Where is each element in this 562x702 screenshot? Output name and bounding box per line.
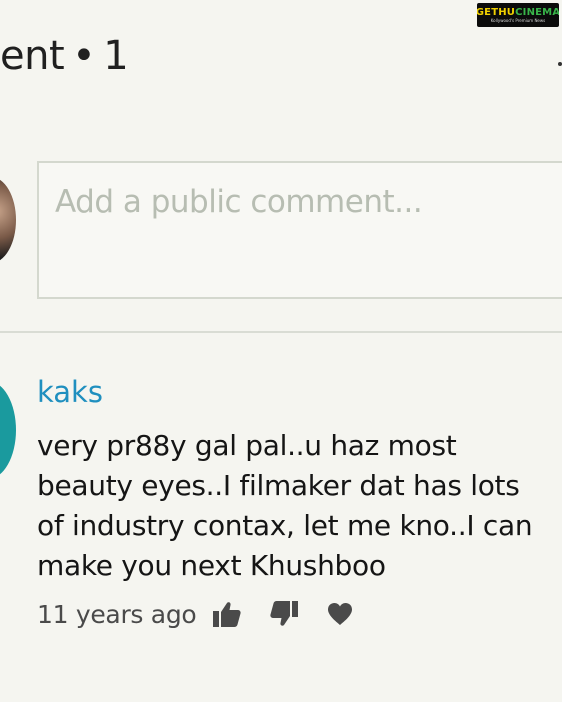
more-options-icon[interactable] [558,62,562,66]
thumbs-down-icon [270,601,299,626]
like-button[interactable] [210,597,244,631]
comment-text: very pr88y gal pal..u haz most beauty ey… [37,429,533,582]
comment-author-link[interactable]: kaks [37,375,103,409]
watermark-brand: GETHUCINEMA [477,7,559,18]
watermark-logo: GETHUCINEMA Kollywood's Premium News [477,3,559,27]
comments-header: ent • 1 [0,33,129,79]
current-user-avatar [0,177,16,263]
comment-timestamp: 11 years ago [37,599,197,629]
author-avatar[interactable] [0,381,16,479]
comment-meta-row: 11 years ago [37,596,357,632]
comments-page: GETHUCINEMA Kollywood's Premium News ent… [0,0,562,702]
thumbs-up-icon [213,602,242,627]
heart-icon [328,603,353,625]
add-comment-input[interactable] [53,183,527,221]
watermark-brand-secondary: CINEMA [515,7,559,18]
comment-composer[interactable] [37,161,562,299]
comments-header-label: ent [0,33,65,79]
header-separator: • [72,33,96,79]
comment-count: 1 [103,33,129,79]
heart-button[interactable] [323,597,357,631]
watermark-tagline: Kollywood's Premium News [490,18,546,23]
watermark-brand-primary: GETHU [477,7,516,18]
section-divider [0,331,562,333]
dislike-button[interactable] [267,597,301,631]
